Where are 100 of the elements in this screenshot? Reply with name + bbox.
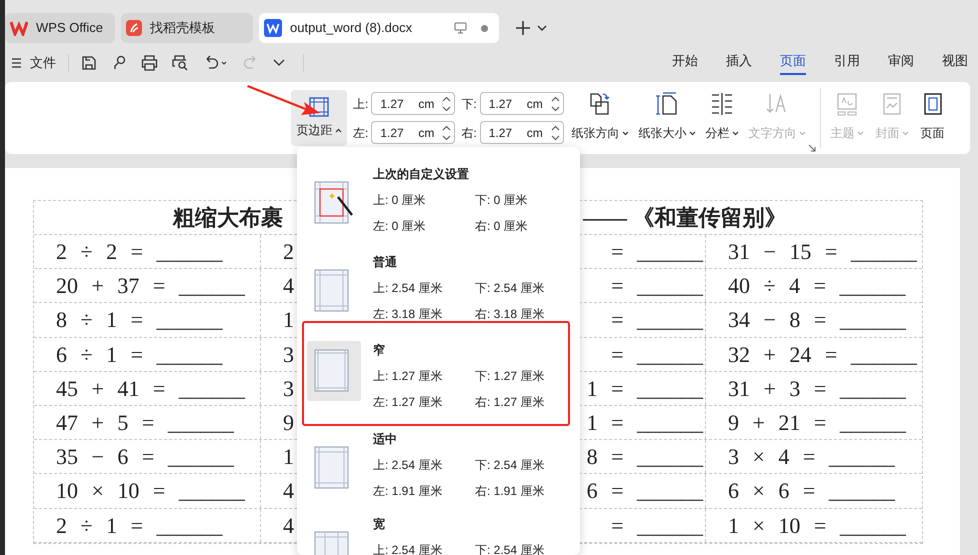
button-label: 页边距 xyxy=(296,122,332,139)
dialog-launcher-icon[interactable] xyxy=(808,144,816,152)
preset-title: 普通 xyxy=(373,254,398,271)
ribbon-tab[interactable]: 页面 xyxy=(780,50,806,76)
worksheet-title: —— 《和董传留别》 xyxy=(583,204,786,232)
tab-label: WPS Office xyxy=(36,19,103,38)
math-problem-text: 4 xyxy=(283,272,294,300)
math-problem-text: 31 − 15 = ______ xyxy=(728,238,917,266)
math-problem-text: 6 ÷ 1 = ______ xyxy=(56,340,222,369)
math-problem-text: 40 ÷ 4 = ______ xyxy=(728,272,906,300)
paper-size-icon xyxy=(655,92,680,116)
margin-input-field[interactable]: 1.27 cm xyxy=(480,92,564,115)
math-problem-text: 3 × 4 = ______ xyxy=(728,443,895,472)
margin-preset-item[interactable]: 窄 上: 1.27 厘米 下: 1.27 厘米 左: 1.27 厘米 右: 1.27 厘米 xyxy=(297,321,580,426)
ribbon-tab[interactable]: 开始 xyxy=(672,50,698,76)
ribbon-tab[interactable]: 视图 xyxy=(942,50,968,76)
margin-value: 左: 0 厘米 xyxy=(373,218,427,235)
math-problem-text: 1 × 10 = ______ xyxy=(728,512,906,540)
math-problem-text: 9 + 21 = ______ xyxy=(728,409,906,438)
tab-label: 找稻壳模板 xyxy=(150,19,215,38)
math-problem-text: 31 + 3 = ______ xyxy=(728,374,906,403)
file-menu[interactable]: 文件 xyxy=(30,53,56,73)
margin-value: 上: 2.54 厘米 xyxy=(373,457,444,474)
math-problem-text: 8 = ______ xyxy=(586,443,703,472)
margin-value: 右: 1.91 厘米 xyxy=(475,483,544,500)
margin-value: 下: 2.54 厘米 xyxy=(475,280,544,297)
preset-title: 适中 xyxy=(373,431,398,448)
margin-value: 左: 3.18 厘米 xyxy=(373,306,444,323)
math-problem-text: 1 = ______ xyxy=(586,409,703,438)
math-problem-text: 20 + 37 = ______ xyxy=(56,272,245,300)
page-orientation-icon xyxy=(588,92,612,116)
ribbon-tool-button[interactable]: 分栏 xyxy=(702,82,743,142)
spinner-icon xyxy=(550,96,560,112)
math-problem-text: = ______ xyxy=(611,238,703,266)
margin-input-field[interactable]: 1.27 cm xyxy=(371,121,456,144)
margin-value: 上: 2.54 厘米 xyxy=(373,280,444,297)
field-label: 左: xyxy=(353,124,368,142)
margin-value: 右: 3.18 厘米 xyxy=(475,306,544,323)
spinner-icon xyxy=(442,124,452,140)
page-margin-preview-icon xyxy=(314,181,354,225)
math-problem-text: = ______ xyxy=(611,512,703,540)
ribbon-tool-button[interactable]: 页面 xyxy=(916,82,949,142)
margin-value: 上: 0 厘米 xyxy=(373,192,427,209)
margin-preset-item[interactable]: 普通 上: 2.54 厘米 下: 2.54 厘米 左: 3.18 厘米 右: 3.18 厘米 xyxy=(297,249,580,321)
margin-preset-item[interactable]: 适中 上: 2.54 厘米 下: 2.54 厘米 左: 1.91 厘米 右: 1.91 厘米 xyxy=(297,426,580,511)
math-problem-text: = ______ xyxy=(611,272,703,300)
more-caret-icon[interactable] xyxy=(271,59,287,67)
math-problem-text: 6 × 6 = ______ xyxy=(728,477,895,506)
spinner-icon xyxy=(442,96,452,112)
math-problem-text: 1 xyxy=(283,306,294,334)
caret-down-icon xyxy=(902,130,909,136)
caret-down-icon xyxy=(798,130,806,136)
math-problem-text: 3 xyxy=(283,374,294,403)
margin-value: 左: 1.91 厘米 xyxy=(373,483,444,500)
ribbon-tool-button[interactable]: 纸张方向 xyxy=(568,82,633,142)
page-margins-button[interactable]: 页边距 xyxy=(291,90,347,146)
theme-icon xyxy=(835,92,860,116)
document-tab[interactable]: 找稻壳模板 xyxy=(121,13,253,43)
math-problem-text: 2 ÷ 2 = ______ xyxy=(56,238,222,266)
math-problem-text: = ______ xyxy=(611,340,703,369)
document-tab[interactable]: output_word (8).docx xyxy=(259,13,499,43)
preset-title: 宽 xyxy=(373,516,386,533)
math-problem-text: 3 xyxy=(283,340,294,369)
worksheet-title: 粗缩大布裹 xyxy=(173,204,283,232)
new-tab-icon[interactable] xyxy=(515,20,531,36)
math-problem-text: 1 = ______ xyxy=(586,374,703,403)
caret-down-icon xyxy=(688,130,696,136)
docer-logo-icon xyxy=(126,20,142,36)
margin-preset-item[interactable]: 上次的自定义设置 上: 0 厘米 下: 0 厘米 左: 0 厘米 右: 0 厘米 xyxy=(297,161,580,249)
print-icon[interactable] xyxy=(139,55,160,71)
ribbon-tool-button[interactable]: 纸张大小 xyxy=(634,82,700,142)
document-tab[interactable]: WPS Office xyxy=(5,13,115,43)
margin-value: 左: 1.27 厘米 xyxy=(373,394,444,411)
tab-label: output_word (8).docx xyxy=(290,19,412,38)
math-problem-text: = ______ xyxy=(611,306,703,334)
preset-title: 上次的自定义设置 xyxy=(373,166,470,183)
field-label: 右: xyxy=(461,124,477,142)
margin-value: 右: 1.27 厘米 xyxy=(475,394,544,411)
ribbon-tab[interactable]: 审阅 xyxy=(888,50,914,76)
math-problem-text: 6 = ______ xyxy=(586,477,703,506)
menu-icon[interactable] xyxy=(11,58,22,68)
math-problem-text: 2 ÷ 1 = ______ xyxy=(56,512,222,540)
columns-icon xyxy=(710,92,734,116)
wps-logo-icon xyxy=(10,20,28,36)
field-label: 下: xyxy=(461,96,477,112)
dropdown-caret-icon[interactable] xyxy=(537,25,547,31)
margin-value: 下: 0 厘米 xyxy=(475,192,528,209)
math-problem-text: 34 − 8 = ______ xyxy=(728,306,906,334)
math-problem-text: 4 xyxy=(283,477,294,506)
margin-value: 下: 1.27 厘米 xyxy=(475,368,544,385)
margin-input-field[interactable]: 1.27 cm xyxy=(480,121,564,144)
caret-down-icon xyxy=(732,130,739,136)
margin-value: 上: 1.27 厘米 xyxy=(373,368,444,385)
ribbon-tab[interactable]: 引用 xyxy=(834,50,860,76)
math-problem-text: 35 − 6 = ______ xyxy=(56,443,234,472)
monitor-icon[interactable] xyxy=(454,22,467,34)
ribbon-tab[interactable]: 插入 xyxy=(726,50,752,76)
spinner-icon xyxy=(550,124,560,140)
math-problem-text: 10 × 10 = ______ xyxy=(56,477,245,506)
margin-input-field[interactable]: 1.27 cm xyxy=(371,92,456,115)
